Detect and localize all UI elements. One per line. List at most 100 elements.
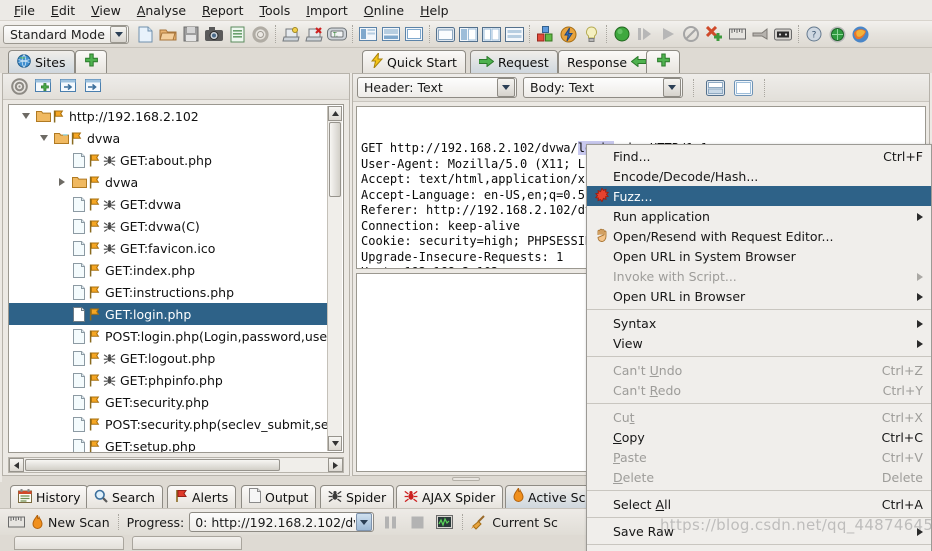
session-properties-icon[interactable] [226, 23, 248, 45]
tree-row[interactable]: GET:phpinfo.php [9, 369, 327, 391]
menu-import[interactable]: Import [298, 1, 356, 20]
chevron-right-icon[interactable] [53, 178, 70, 186]
menu-item-open-url-in-system-browser[interactable]: Open URL in System Browser [587, 246, 931, 266]
expand-icon[interactable] [503, 23, 525, 45]
tab-add-left[interactable] [75, 50, 107, 73]
scroll-right-icon[interactable] [328, 458, 343, 472]
menu-item-save-raw[interactable]: Save Raw [587, 521, 931, 541]
play-icon[interactable] [657, 23, 679, 45]
bulb-icon[interactable] [580, 23, 602, 45]
scroll-up-icon[interactable] [328, 106, 342, 121]
clear-icon[interactable] [703, 23, 725, 45]
tree-row[interactable]: GET:index.php [9, 259, 327, 281]
panel-bottom-icon[interactable] [380, 23, 402, 45]
help-icon[interactable]: ? [803, 23, 825, 45]
menu-edit[interactable]: Edit [43, 1, 83, 20]
tab-request[interactable]: Request [470, 50, 558, 73]
menu-item-select-all[interactable]: Select All Ctrl+A [587, 494, 931, 514]
close-addon-icon[interactable] [303, 23, 325, 45]
pause-icon[interactable] [379, 511, 401, 533]
tree-row[interactable]: GET:instructions.php [9, 281, 327, 303]
sites-tree-horizontal-scrollbar[interactable] [8, 457, 344, 473]
tab-search[interactable]: Search [86, 485, 163, 508]
tree-row[interactable]: GET:security.php [9, 391, 327, 413]
sites-tree-hscroll-thumb[interactable] [25, 459, 280, 471]
single-view-icon[interactable] [732, 77, 754, 99]
panel-full-icon[interactable] [403, 23, 425, 45]
menu-item-encode-decode-hash[interactable]: Encode/Decode/Hash... [587, 166, 931, 186]
tree-row[interactable]: GET:dvwa(C) [9, 215, 327, 237]
sites-tree-scroll-thumb[interactable] [329, 122, 341, 197]
snapshot-icon[interactable] [203, 23, 225, 45]
import-context-icon[interactable] [58, 76, 80, 98]
sites-tree-vertical-scrollbar[interactable] [327, 106, 342, 451]
menu-online[interactable]: Online [356, 1, 412, 20]
chart-icon[interactable] [433, 511, 455, 533]
layout-full-icon[interactable] [434, 23, 456, 45]
header-view-combo[interactable]: Header: Text [357, 77, 517, 98]
menu-item-run-application[interactable]: Run application [587, 206, 931, 226]
menu-item-find[interactable]: Find... Ctrl+F [587, 146, 931, 166]
manage-addons-icon[interactable] [280, 23, 302, 45]
menu-item-open-resend-with-request-editor[interactable]: Open/Resend with Request Editor... [587, 226, 931, 246]
tab-response[interactable]: Response [558, 50, 656, 73]
bottom-strip-box-left[interactable] [14, 536, 124, 550]
tree-row[interactable]: GET:setup.php [9, 435, 327, 452]
bottom-strip-box-right[interactable] [132, 536, 242, 550]
menu-item-fuzz[interactable]: Fuzz... [587, 186, 931, 206]
zap-icon[interactable] [826, 23, 848, 45]
layout-split-vertical-icon[interactable] [480, 23, 502, 45]
tab-ajax-spider[interactable]: AJAX Spider [396, 485, 504, 508]
menu-help[interactable]: Help [412, 1, 457, 20]
menu-file[interactable]: File [6, 1, 43, 20]
tree-row[interactable]: GET:about.php [9, 149, 327, 171]
lock-icon[interactable] [749, 23, 771, 45]
tree-row[interactable]: GET:logout.php [9, 347, 327, 369]
progress-scan-selector[interactable]: 0: http://192.168.2.102/dvwa [189, 512, 375, 532]
layout-split-horizontal-icon[interactable] [457, 23, 479, 45]
tree-row[interactable]: GET:dvwa [9, 193, 327, 215]
tab-alerts[interactable]: Alerts [167, 485, 237, 508]
quick-scan-icon[interactable] [557, 23, 579, 45]
block-icon[interactable] [680, 23, 702, 45]
firefox-icon[interactable] [849, 23, 871, 45]
tab-sites[interactable]: Sites [8, 50, 75, 73]
stop-icon[interactable] [406, 511, 428, 533]
new-scan-button[interactable]: New Scan [48, 515, 110, 530]
ruler-icon[interactable] [726, 23, 748, 45]
options-icon[interactable] [249, 23, 271, 45]
addon-blocks-icon[interactable] [534, 23, 556, 45]
tab-add-right[interactable] [646, 50, 680, 73]
menu-view[interactable]: View [83, 1, 129, 20]
menu-tools[interactable]: Tools [251, 1, 298, 20]
mode-selector[interactable]: Standard Mode [3, 24, 129, 44]
chevron-down-icon[interactable] [497, 78, 515, 97]
tab-quick-start[interactable]: Quick Start [362, 50, 466, 73]
menu-item-open-url-in-browser[interactable]: Open URL in Browser [587, 286, 931, 306]
menu-analyse[interactable]: Analyse [129, 1, 194, 20]
scroll-down-icon[interactable] [328, 436, 342, 451]
chevron-down-icon[interactable] [17, 113, 34, 119]
request-context-menu[interactable]: Find... Ctrl+F Encode/Decode/Hash... Fuzz..… [586, 144, 932, 551]
broom-icon[interactable] [470, 514, 487, 530]
save-session-icon[interactable] [180, 23, 202, 45]
tab-spider[interactable]: Spider [320, 485, 395, 508]
tab-output[interactable]: Output [241, 485, 317, 508]
new-session-icon[interactable] [134, 23, 156, 45]
scan-policy-icon[interactable]: T. [326, 23, 348, 45]
sites-tree[interactable]: http://192.168.2.102 dvwa GET:about.php dvw… [8, 104, 344, 453]
ruler-icon[interactable] [5, 511, 27, 533]
new-context-icon[interactable] [33, 76, 55, 98]
tree-row[interactable]: GET:favicon.ico [9, 237, 327, 259]
step-icon[interactable] [634, 23, 656, 45]
menu-item-view[interactable]: View [587, 333, 931, 353]
tree-row[interactable]: POST:security.php(seclev_submit,se [9, 413, 329, 435]
menu-item-syntax[interactable]: Syntax [587, 313, 931, 333]
export-context-icon[interactable] [83, 76, 105, 98]
menu-item-copy[interactable]: Copy Ctrl+C [587, 427, 931, 447]
split-view-icon[interactable] [704, 77, 726, 99]
body-view-combo[interactable]: Body: Text [523, 77, 683, 98]
tree-row[interactable]: dvwa [9, 171, 327, 193]
tree-row[interactable]: GET:login.php [9, 303, 327, 325]
open-session-icon[interactable] [157, 23, 179, 45]
